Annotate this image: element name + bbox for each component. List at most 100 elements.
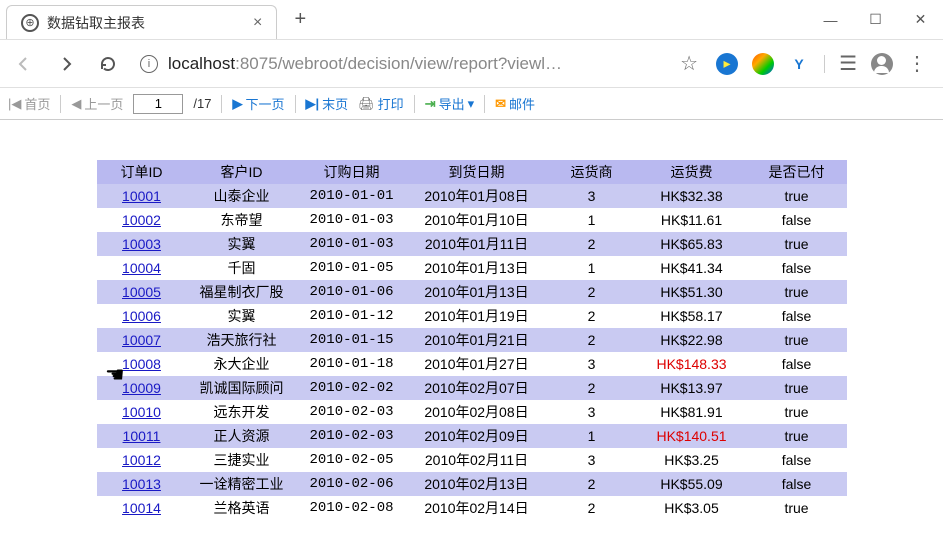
next-page-button[interactable]: ▶下一页 <box>232 94 284 113</box>
fee-cell: HK$51.30 <box>637 280 747 304</box>
order-id-link[interactable]: 10005 <box>122 284 161 300</box>
page-number-input[interactable] <box>133 94 183 114</box>
order-id-link[interactable]: 10014 <box>122 500 161 516</box>
order-id-link[interactable]: 10009 <box>122 380 161 396</box>
bookmark-star-icon[interactable]: ☆ <box>680 51 698 76</box>
paid-cell: true <box>747 328 847 352</box>
prev-page-button[interactable]: ◀上一页 <box>71 94 123 113</box>
order-date-cell: 2010-01-12 <box>297 304 407 328</box>
paid-cell: false <box>747 448 847 472</box>
print-icon: 🖨 <box>358 96 375 112</box>
table-row: 10002东帝望2010-01-032010年01月10日1HK$11.61fa… <box>97 208 847 232</box>
order-id-link[interactable]: 10006 <box>122 308 161 324</box>
order-date-cell: 2010-02-05 <box>297 448 407 472</box>
window-titlebar: ⊕ 数据钻取主报表 × + — ☐ ✕ <box>0 0 943 40</box>
last-page-button[interactable]: ▶|末页 <box>306 94 349 113</box>
table-row: 10011正人资源2010-02-032010年02月09日1HK$140.51… <box>97 424 847 448</box>
order-id-link[interactable]: 10012 <box>122 452 161 468</box>
window-maximize-button[interactable]: ☐ <box>853 0 898 40</box>
order-id-link[interactable]: 10007 <box>122 332 161 348</box>
order-date-cell: 2010-01-01 <box>297 184 407 208</box>
extension-icon-2[interactable] <box>752 53 774 75</box>
fee-cell: HK$140.51 <box>637 424 747 448</box>
separator <box>484 95 485 113</box>
shipper-cell: 1 <box>547 256 637 280</box>
window-controls: — ☐ ✕ <box>808 0 943 40</box>
order-id-link[interactable]: 10008 <box>122 356 161 372</box>
order-date-cell: 2010-01-05 <box>297 256 407 280</box>
more-menu-icon[interactable]: ⋮ <box>907 51 927 76</box>
window-minimize-button[interactable]: — <box>808 0 853 40</box>
first-page-button[interactable]: |◀首页 <box>8 94 50 113</box>
nav-forward-button[interactable] <box>52 50 80 78</box>
table-row: 10006实翼2010-01-122010年01月19日2HK$58.17fal… <box>97 304 847 328</box>
shipper-cell: 2 <box>547 280 637 304</box>
fee-cell: HK$41.34 <box>637 256 747 280</box>
header-customer: 客户ID <box>187 160 297 184</box>
print-button[interactable]: 🖨打印 <box>358 94 404 113</box>
paid-cell: false <box>747 304 847 328</box>
shipper-cell: 2 <box>547 328 637 352</box>
table-row: 10001山泰企业2010-01-012010年01月08日3HK$32.38t… <box>97 184 847 208</box>
paid-cell: false <box>747 352 847 376</box>
paid-cell: true <box>747 496 847 520</box>
arrive-date-cell: 2010年01月11日 <box>407 232 547 256</box>
profile-avatar-icon[interactable] <box>871 53 893 75</box>
shipper-cell: 2 <box>547 304 637 328</box>
export-icon: ⇥ <box>425 96 436 112</box>
window-close-button[interactable]: ✕ <box>898 0 943 40</box>
report-content-area[interactable]: 订单ID 客户ID 订购日期 到货日期 运货商 运货费 是否已付 10001山泰… <box>0 120 943 545</box>
new-tab-button[interactable]: + <box>285 5 315 35</box>
customer-cell: 山泰企业 <box>187 184 297 208</box>
arrive-date-cell: 2010年01月21日 <box>407 328 547 352</box>
arrive-date-cell: 2010年02月07日 <box>407 376 547 400</box>
url-text: localhost:8075/webroot/decision/view/rep… <box>168 54 562 74</box>
order-id-link[interactable]: 10003 <box>122 236 161 252</box>
nav-reload-button[interactable] <box>94 50 122 78</box>
order-date-cell: 2010-01-18 <box>297 352 407 376</box>
extension-icon-3[interactable]: Y <box>788 53 810 75</box>
mail-button[interactable]: ✉邮件 <box>495 94 535 113</box>
order-date-cell: 2010-02-08 <box>297 496 407 520</box>
extension-icon-1[interactable]: ▸ <box>716 53 738 75</box>
customer-cell: 正人资源 <box>187 424 297 448</box>
prev-page-icon: ◀ <box>71 96 81 112</box>
fee-cell: HK$22.98 <box>637 328 747 352</box>
table-row: 10005福星制衣厂股2010-01-062010年01月13日2HK$51.3… <box>97 280 847 304</box>
reading-list-icon[interactable]: ☰ <box>839 51 857 76</box>
nav-back-button[interactable] <box>10 50 38 78</box>
paid-cell: false <box>747 256 847 280</box>
order-id-link[interactable]: 10013 <box>122 476 161 492</box>
separator <box>221 95 222 113</box>
order-id-link[interactable]: 10010 <box>122 404 161 420</box>
order-date-cell: 2010-02-06 <box>297 472 407 496</box>
header-order-id: 订单ID <box>97 160 187 184</box>
last-page-icon: ▶| <box>306 96 320 112</box>
order-date-cell: 2010-01-15 <box>297 328 407 352</box>
order-date-cell: 2010-01-06 <box>297 280 407 304</box>
shipper-cell: 2 <box>547 376 637 400</box>
header-shipper: 运货商 <box>547 160 637 184</box>
shipper-cell: 1 <box>547 424 637 448</box>
arrive-date-cell: 2010年02月09日 <box>407 424 547 448</box>
extension-icons: ▸ Y ☰ ⋮ <box>716 51 933 76</box>
fee-cell: HK$148.33 <box>637 352 747 376</box>
tab-close-icon[interactable]: × <box>253 14 262 32</box>
site-info-icon[interactable]: i <box>140 55 158 73</box>
order-id-link[interactable]: 10004 <box>122 260 161 276</box>
address-bar[interactable]: i localhost:8075/webroot/decision/view/r… <box>136 51 702 76</box>
order-id-link[interactable]: 10002 <box>122 212 161 228</box>
order-id-link[interactable]: 10001 <box>122 188 161 204</box>
shipper-cell: 2 <box>547 232 637 256</box>
browser-tab[interactable]: ⊕ 数据钻取主报表 × <box>6 5 277 39</box>
export-button[interactable]: ⇥导出▾ <box>425 94 474 113</box>
arrive-date-cell: 2010年02月13日 <box>407 472 547 496</box>
table-row: 10004千固2010-01-052010年01月13日1HK$41.34fal… <box>97 256 847 280</box>
paid-cell: true <box>747 280 847 304</box>
shipper-cell: 2 <box>547 472 637 496</box>
customer-cell: 浩天旅行社 <box>187 328 297 352</box>
chevron-down-icon: ▾ <box>468 96 475 112</box>
fee-cell: HK$13.97 <box>637 376 747 400</box>
table-row: 10009凯诚国际顾问2010-02-022010年02月07日2HK$13.9… <box>97 376 847 400</box>
order-id-link[interactable]: 10011 <box>123 428 161 444</box>
